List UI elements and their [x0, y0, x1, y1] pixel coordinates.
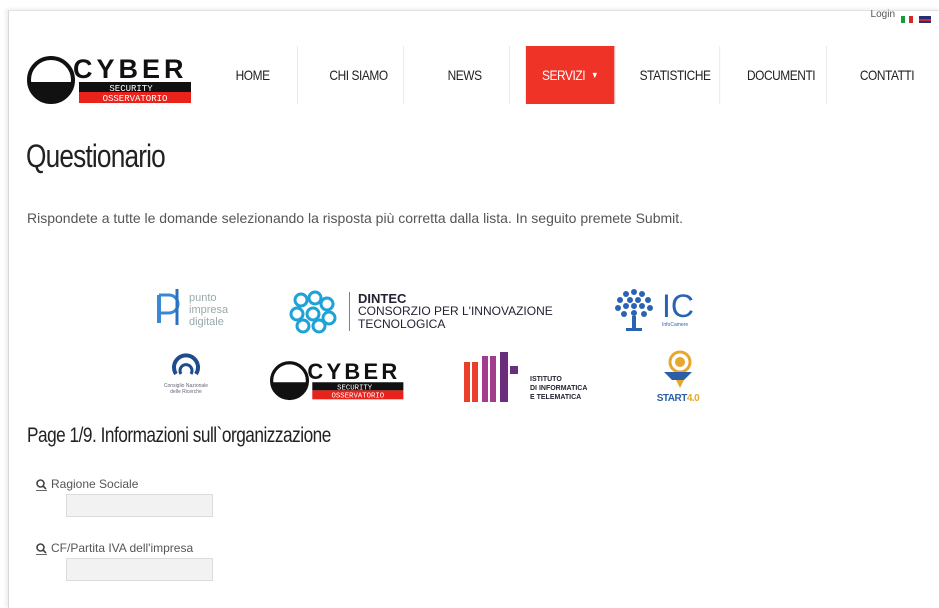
- nav-chi-siamo[interactable]: CHI SIAMO: [314, 46, 405, 104]
- nav-home[interactable]: HOME: [208, 46, 299, 104]
- ic-name: IC: [662, 288, 694, 324]
- nav-servizi[interactable]: SERVIZI ▼: [525, 46, 616, 104]
- caret-down-icon: ▼: [591, 70, 599, 80]
- dintec-icon: [289, 290, 337, 334]
- form-section-title: Page 1/9. Informazioni sull`organizzazio…: [27, 424, 331, 447]
- start-version-label: 4.0: [686, 393, 700, 404]
- partner-logo-pid: punto impresa digitale: [153, 285, 228, 335]
- cf-partita-iva-label: CF/Partita IVA dell'impresa: [36, 541, 193, 555]
- cnr-icon: [172, 353, 200, 376]
- logo-main-text: CYBER: [73, 54, 188, 84]
- ragione-sociale-input[interactable]: [66, 494, 213, 517]
- partner-logo-start: START4.0: [655, 348, 701, 404]
- nav-documenti[interactable]: DOCUMENTI: [736, 46, 827, 104]
- iit-text-1: ISTITUTO: [530, 376, 562, 383]
- pid-text-1: punto: [189, 292, 217, 304]
- search-icon[interactable]: [36, 543, 47, 555]
- partner-logo-cnr: Consiglio Nazionale delle Ricerche: [156, 352, 216, 395]
- partner-logo-observatory-text: OSSERVATORIO: [332, 393, 385, 401]
- partner-logo-ic: IC InfoCamere: [612, 284, 694, 334]
- start-rocket-icon: [664, 350, 692, 388]
- partner-logo-main-text: CYBER: [307, 359, 400, 384]
- start-label: START: [656, 393, 688, 404]
- ragione-sociale-label-text: Ragione Sociale: [51, 477, 139, 491]
- cf-partita-iva-label-text: CF/Partita IVA dell'impresa: [51, 541, 194, 555]
- english-flag-icon[interactable]: [919, 16, 931, 23]
- partner-logo-iit: ISTITUTO DI INFORMATICA E TELEMATICA: [462, 352, 587, 404]
- nav-news[interactable]: NEWS: [420, 46, 511, 104]
- dintec-name: DINTEC: [358, 290, 407, 306]
- login-link[interactable]: Login: [871, 9, 895, 20]
- iit-text-3: E TELEMATICA: [530, 394, 582, 401]
- cf-partita-iva-input[interactable]: [66, 558, 213, 581]
- nav-contatti[interactable]: CONTATTI: [843, 46, 931, 104]
- page-title: Questionario: [26, 138, 166, 174]
- nav-statistiche[interactable]: STATISTICHE: [631, 46, 721, 104]
- dintec-line-1: CONSORZIO PER L'INNOVAZIONE: [358, 303, 553, 318]
- main-nav: HOME CHI SIAMO NEWS SERVIZI ▼ STATISTICHE…: [200, 46, 939, 104]
- cyber-security-logo[interactable]: CYBER SECURITY OSSERVATORIO: [27, 50, 193, 106]
- iit-icon: [464, 352, 518, 402]
- partner-logo-cyber: CYBER SECURITY OSSERVATORIO: [270, 359, 404, 401]
- iit-text-2: DI INFORMATICA: [530, 385, 588, 392]
- pid-icon: [157, 289, 180, 325]
- ic-tree-icon: [615, 289, 653, 331]
- intro-text: Rispondete a tutte le domande selezionan…: [27, 210, 684, 226]
- pid-text-3: digitale: [189, 316, 224, 328]
- cnr-text-2: delle Ricerche: [170, 389, 202, 395]
- dintec-line-2: TECNOLOGICA: [358, 316, 446, 331]
- partner-logo-dintec: DINTEC CONSORZIO PER L'INNOVAZIONE TECNO…: [287, 288, 553, 334]
- top-utility-bar: Login: [871, 9, 931, 25]
- logo-observatory-text: OSSERVATORIO: [103, 94, 168, 104]
- ragione-sociale-label: Ragione Sociale: [36, 477, 138, 491]
- italian-flag-icon[interactable]: [901, 16, 913, 23]
- pid-text-2: impresa: [189, 304, 229, 316]
- search-icon[interactable]: [36, 479, 47, 491]
